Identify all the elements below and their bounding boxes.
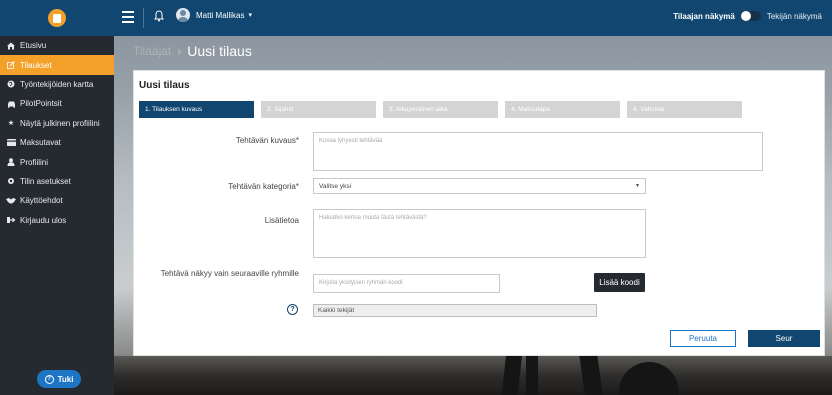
- menu-toggle-icon[interactable]: [122, 11, 134, 23]
- panel-title: Uusi tilaus: [139, 80, 190, 91]
- sidebar-item-kayttoehdot[interactable]: Käyttöehdot: [0, 191, 114, 210]
- step-3[interactable]: 3. Aikuperäinen aika: [383, 101, 498, 118]
- chevron-down-icon: ▼: [635, 183, 640, 189]
- extra-info-input[interactable]: Haluatko kertoa muuta tästä tehtävästä?: [313, 209, 646, 258]
- sidebar-item-tilaukset[interactable]: Tilaukset: [0, 55, 114, 75]
- step-4[interactable]: 4. Maksutapa: [505, 101, 620, 118]
- sidebar-item-label: Kirjaudu ulos: [20, 215, 67, 225]
- sidebar-item-maksutavat[interactable]: Maksutavat: [0, 133, 114, 152]
- description-input[interactable]: Kuvaa lyhyesti tehtävää: [313, 132, 763, 171]
- user-menu[interactable]: Matti Mallikas ▾: [176, 8, 252, 22]
- next-button[interactable]: Seur: [748, 330, 820, 347]
- sidebar-item-label: PilotPointsit: [20, 99, 62, 109]
- credit-card-icon: [6, 139, 16, 147]
- step-1[interactable]: 1. Tilauksen kuvaus: [139, 101, 254, 118]
- groups-value-field: Kaikki tekijät: [313, 304, 597, 317]
- app-logo[interactable]: [48, 9, 66, 27]
- client-view-label: Tilaajan näkymä: [673, 11, 735, 21]
- divider: [143, 8, 144, 28]
- description-label: Tehtävän kuvaus*: [235, 136, 299, 145]
- sign-out-icon: [6, 216, 16, 224]
- background-ground: [114, 356, 832, 395]
- handshake-icon: [6, 197, 16, 204]
- chevron-down-icon: ▾: [248, 12, 252, 19]
- home-icon: [6, 42, 16, 50]
- sidebar-item-label: Etusivu: [20, 41, 47, 51]
- step-5[interactable]: 4. Vahvista: [627, 101, 742, 118]
- sidebar-item-profiilini[interactable]: Profiilini: [0, 152, 114, 171]
- new-order-panel: Uusi tilaus 1. Tilauksen kuvaus 2. Sijai…: [133, 70, 825, 356]
- category-select[interactable]: Valitse yksi ▼: [313, 178, 646, 194]
- user-name: Matti Mallikas: [196, 10, 245, 20]
- logo-area[interactable]: [0, 0, 114, 36]
- globe-icon: [6, 80, 16, 88]
- question-icon: ?: [44, 374, 54, 384]
- cancel-button[interactable]: Peruuta: [670, 330, 736, 347]
- sidebar-item-label: Maksutavat: [20, 138, 61, 148]
- group-code-input[interactable]: Kirjoita yksityisen ryhmän koodi: [313, 274, 500, 293]
- breadcrumb-parent[interactable]: Tilaajat: [133, 44, 171, 58]
- sidebar-item-etusivu[interactable]: Etusivu: [0, 36, 114, 55]
- category-select-value: Valitse yksi: [319, 182, 352, 190]
- sidebar-item-label: Tilaukset: [20, 60, 52, 70]
- breadcrumb: Tilaajat › Uusi tilaus: [133, 43, 252, 59]
- gear-icon: [6, 177, 16, 185]
- worker-view-label: Tekijän näkymä: [766, 11, 822, 21]
- sidebar-item-label: Profiilini: [20, 157, 49, 167]
- sidebar: Etusivu Tilaukset Työntekijöiden kartta …: [0, 36, 114, 395]
- edit-icon: [6, 61, 16, 69]
- help-button-label: Tuki: [57, 374, 74, 384]
- sidebar-item-label: Käyttöehdot: [20, 196, 63, 206]
- car-icon: [6, 100, 16, 108]
- breadcrumb-separator: ›: [177, 44, 182, 58]
- category-label: Tehtävän kategoria*: [228, 182, 299, 191]
- sidebar-item-tyontekijoiden-kartta[interactable]: Työntekijöiden kartta: [0, 75, 114, 94]
- view-toggle[interactable]: [740, 11, 761, 21]
- step-2[interactable]: 2. Sijainti: [261, 101, 376, 118]
- extra-info-label: Lisätietoa: [264, 216, 299, 225]
- user-icon: [6, 158, 16, 167]
- help-question-icon[interactable]: ?: [287, 304, 298, 315]
- sidebar-item-label: Työntekijöiden kartta: [20, 79, 94, 89]
- background-figure: [526, 352, 538, 395]
- add-code-button[interactable]: Lisää koodi: [594, 273, 645, 292]
- sidebar-item-tilin-asetukset[interactable]: Tilin asetukset: [0, 172, 114, 191]
- description-placeholder: Kuvaa lyhyesti tehtävää: [319, 138, 383, 144]
- group-code-placeholder: Kirjoita yksityisen ryhmän koodi: [319, 280, 403, 286]
- top-bar: Matti Mallikas ▾ Tilaajan näkymä Tekijän…: [0, 0, 832, 36]
- extra-info-placeholder: Haluatko kertoa muuta tästä tehtävästä?: [319, 215, 427, 221]
- avatar: [176, 8, 190, 22]
- wizard-steps: 1. Tilauksen kuvaus 2. Sijainti 3. Aikup…: [139, 101, 749, 118]
- sidebar-item-label: Näytä julkinen profiilini: [20, 118, 100, 128]
- sidebar-item-pilotpointsit[interactable]: PilotPointsit: [0, 94, 114, 113]
- groups-value: Kaikki tekijät: [318, 307, 355, 314]
- star-icon: ★: [7, 120, 15, 128]
- sidebar-item-julkinen-profiili[interactable]: ★ Näytä julkinen profiilini: [0, 114, 114, 133]
- page-title: Uusi tilaus: [187, 43, 252, 59]
- groups-label: Tehtävä näkyy vain seuraaville ryhmille: [160, 269, 299, 278]
- sidebar-item-label: Tilin asetukset: [20, 176, 71, 186]
- help-button[interactable]: ? Tuki: [37, 370, 81, 388]
- view-mode-switch[interactable]: Tilaajan näkymä Tekijän näkymä: [673, 11, 822, 21]
- sidebar-item-kirjaudu-ulos[interactable]: Kirjaudu ulos: [0, 211, 114, 230]
- notification-bell-icon[interactable]: [154, 10, 165, 24]
